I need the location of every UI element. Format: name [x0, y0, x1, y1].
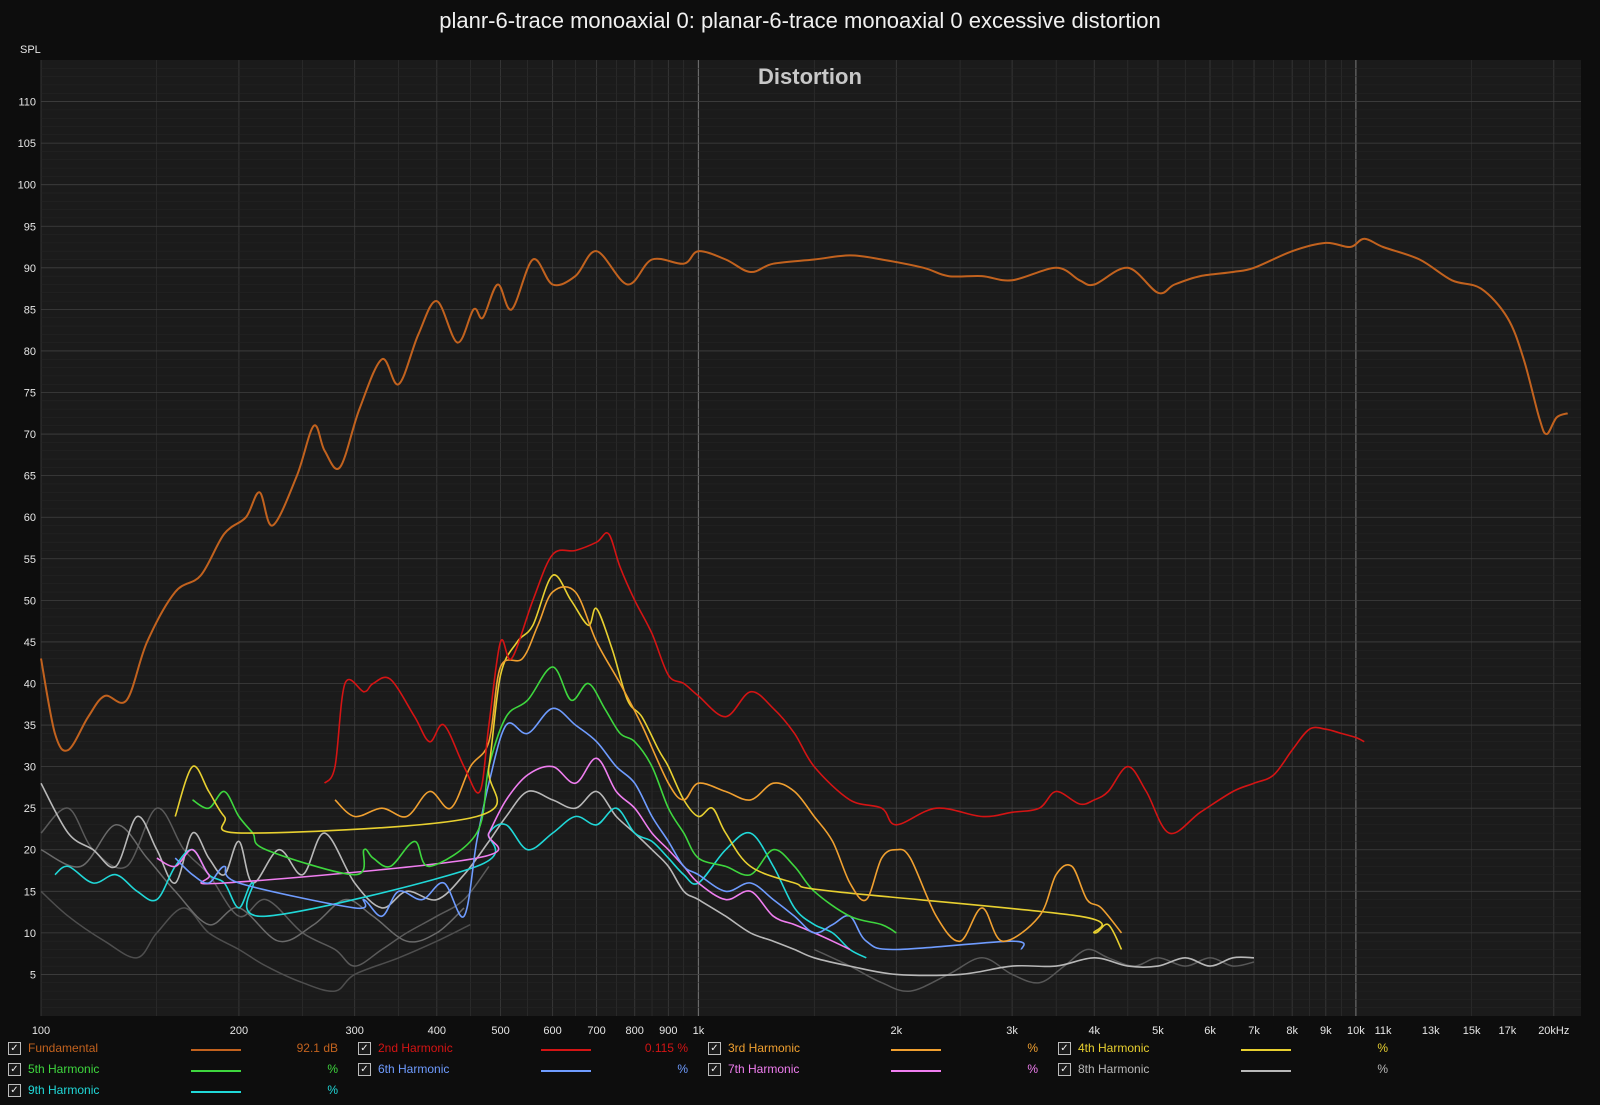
legend-item-9th-harmonic[interactable]: ✓ 9th Harmonic%: [8, 1082, 348, 1100]
legend-swatch: [191, 1070, 241, 1072]
legend-swatch: [191, 1091, 241, 1093]
y-tick-label: 40: [24, 678, 36, 690]
x-tick-label: 100: [32, 1025, 50, 1037]
legend-value: 0.115 %: [644, 1041, 688, 1055]
legend-checkbox[interactable]: ✓: [1058, 1063, 1071, 1076]
legend-label: Fundamental: [28, 1041, 99, 1055]
y-tick-label: 55: [24, 554, 36, 566]
legend-label: 2nd Harmonic: [378, 1041, 453, 1055]
x-tick-label: 400: [428, 1025, 446, 1037]
y-tick-label: 70: [24, 429, 36, 441]
legend-value: %: [327, 1062, 338, 1076]
legend-label: 3rd Harmonic: [728, 1041, 801, 1055]
x-tick-label: 500: [491, 1025, 509, 1037]
legend-swatch: [1241, 1070, 1291, 1072]
x-tick-label: 3k: [1006, 1025, 1018, 1037]
x-tick-label: 5k: [1152, 1025, 1164, 1037]
y-tick-label: 45: [24, 637, 36, 649]
legend-label: 4th Harmonic: [1078, 1041, 1150, 1055]
legend-item-8th-harmonic[interactable]: ✓ 8th Harmonic%: [1058, 1061, 1398, 1079]
x-tick-label: 13k: [1422, 1025, 1440, 1037]
legend-checkbox[interactable]: ✓: [358, 1042, 371, 1055]
y-tick-label: 15: [24, 886, 36, 898]
legend-item-4th-harmonic[interactable]: ✓ 4th Harmonic%: [1058, 1040, 1398, 1058]
x-tick-label: 1k: [693, 1025, 705, 1037]
x-tick-label: 600: [543, 1025, 561, 1037]
legend-checkbox[interactable]: ✓: [708, 1042, 721, 1055]
x-tick-label: 200: [230, 1025, 248, 1037]
legend-swatch: [1241, 1049, 1291, 1051]
legend-value: %: [1377, 1062, 1388, 1076]
legend-swatch: [891, 1049, 941, 1051]
legend-swatch: [541, 1070, 591, 1072]
legend-label: 9th Harmonic: [28, 1083, 100, 1097]
legend-checkbox[interactable]: ✓: [8, 1084, 21, 1097]
x-tick-label: 4k: [1088, 1025, 1100, 1037]
x-tick-label: 15k: [1463, 1025, 1481, 1037]
legend-item-2nd-harmonic[interactable]: ✓ 2nd Harmonic 0.115 %: [358, 1040, 698, 1058]
y-tick-label: 10: [24, 928, 36, 940]
chart-subtitle: Distortion: [758, 64, 862, 89]
x-tick-label: 9k: [1320, 1025, 1332, 1037]
legend-checkbox[interactable]: ✓: [1058, 1042, 1071, 1055]
legend-item-6th-harmonic[interactable]: ✓ 6th Harmonic%: [358, 1061, 698, 1079]
x-tick-label: 2k: [891, 1025, 903, 1037]
y-tick-label: 100: [18, 180, 36, 192]
y-tick-label: 60: [24, 512, 36, 524]
x-tick-label: 900: [659, 1025, 677, 1037]
x-tick-label: 800: [626, 1025, 644, 1037]
legend-item-fundamental[interactable]: ✓ Fundamental 92.1 dB: [8, 1040, 348, 1058]
legend-value: %: [1027, 1062, 1038, 1076]
x-tick-label: 7k: [1248, 1025, 1260, 1037]
legend-value: %: [677, 1062, 688, 1076]
y-tick-label: 20: [24, 845, 36, 857]
legend: ✓ Fundamental 92.1 dB ✓ 2nd Harmonic 0.115 % ✓…: [0, 1040, 1600, 1105]
y-tick-label: 105: [18, 138, 36, 150]
legend-value: %: [1027, 1041, 1038, 1055]
x-tick-label: 20kHz: [1538, 1025, 1569, 1037]
y-tick-label: 110: [18, 97, 36, 109]
y-tick-label: 80: [24, 346, 36, 358]
y-tick-label: 75: [24, 388, 36, 400]
y-tick-label: 95: [24, 221, 36, 233]
x-tick-label: 300: [345, 1025, 363, 1037]
y-tick-label: 50: [24, 595, 36, 607]
legend-checkbox[interactable]: ✓: [8, 1063, 21, 1076]
y-tick-label: 85: [24, 304, 36, 316]
legend-item-7th-harmonic[interactable]: ✓ 7th Harmonic%: [708, 1061, 1048, 1079]
legend-swatch: [191, 1049, 241, 1051]
legend-value: %: [1377, 1041, 1388, 1055]
y-tick-label: 5: [30, 969, 36, 981]
y-tick-label: 30: [24, 762, 36, 774]
legend-label: 7th Harmonic: [728, 1062, 800, 1076]
legend-label: 6th Harmonic: [378, 1062, 450, 1076]
legend-label: 8th Harmonic: [1078, 1062, 1150, 1076]
chart-svg: 5 10 15 20 25 30 35 40 45 50 55 60 65 70 75 80 85 90 95 100…: [18, 44, 1581, 1037]
x-tick-label: 17k: [1499, 1025, 1517, 1037]
legend-label: 5th Harmonic: [28, 1062, 100, 1076]
x-tick-label: 8k: [1286, 1025, 1298, 1037]
legend-item-5th-harmonic[interactable]: ✓ 5th Harmonic%: [8, 1061, 348, 1079]
legend-value: 92.1 dB: [296, 1041, 338, 1055]
x-tick-label: 11k: [1375, 1025, 1392, 1037]
x-tick-label: 700: [587, 1025, 605, 1037]
legend-item-3rd-harmonic[interactable]: ✓ 3rd Harmonic%: [708, 1040, 1048, 1058]
y-axis-label: SPL: [20, 44, 41, 56]
legend-swatch: [891, 1070, 941, 1072]
x-tick-label: 10k: [1347, 1025, 1365, 1037]
plot-area: [41, 60, 1581, 1016]
y-tick-label: 65: [24, 471, 36, 483]
x-tick-label: 6k: [1204, 1025, 1216, 1037]
legend-checkbox[interactable]: ✓: [708, 1063, 721, 1076]
legend-checkbox[interactable]: ✓: [8, 1042, 21, 1055]
legend-swatch: [541, 1049, 591, 1051]
legend-checkbox[interactable]: ✓: [358, 1063, 371, 1076]
y-tick-label: 25: [24, 803, 36, 815]
y-tick-label: 90: [24, 263, 36, 275]
y-tick-label: 35: [24, 720, 36, 732]
legend-value: %: [327, 1083, 338, 1097]
